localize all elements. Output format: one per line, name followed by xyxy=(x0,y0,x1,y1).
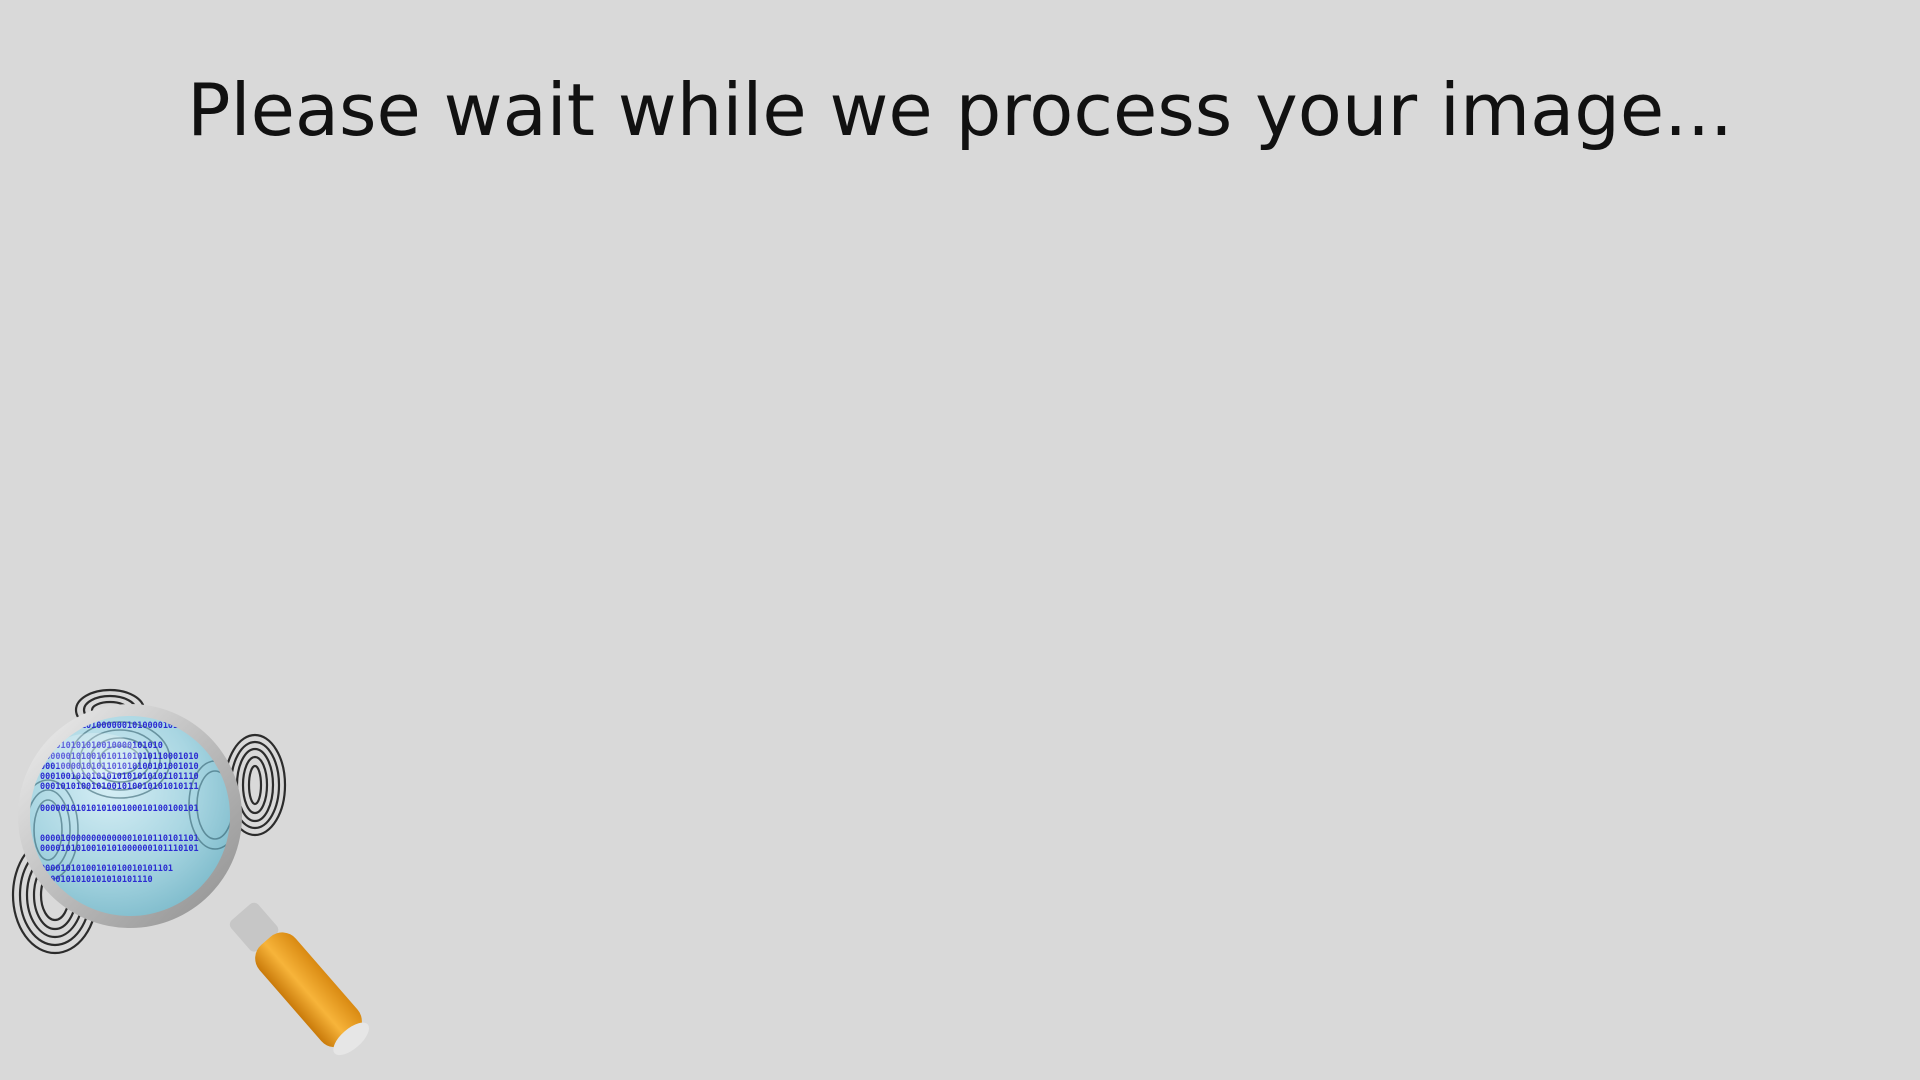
binary-code-line: 0000100000000000001010110101101 xyxy=(40,834,199,844)
processing-status-message: Please wait while we process your image.… xyxy=(187,68,1733,152)
binary-code-line: 0000010101010100100010100100101 xyxy=(40,804,199,814)
binary-code-line: 0001010100101001010010101010111 xyxy=(40,782,199,792)
magnifier-handle xyxy=(229,902,370,1056)
magnifying-glass-fingerprint-icon: 0010001010100000010100001010010000010101… xyxy=(11,688,370,1056)
binary-code-line: 0000101010101010101110 xyxy=(40,875,153,885)
processing-screen: Please wait while we process your image.… xyxy=(0,0,1920,1080)
binary-code-line: 00001010100101010010101101 xyxy=(40,864,173,874)
binary-code-line: 0000101010010101000000101110101 xyxy=(40,844,199,854)
